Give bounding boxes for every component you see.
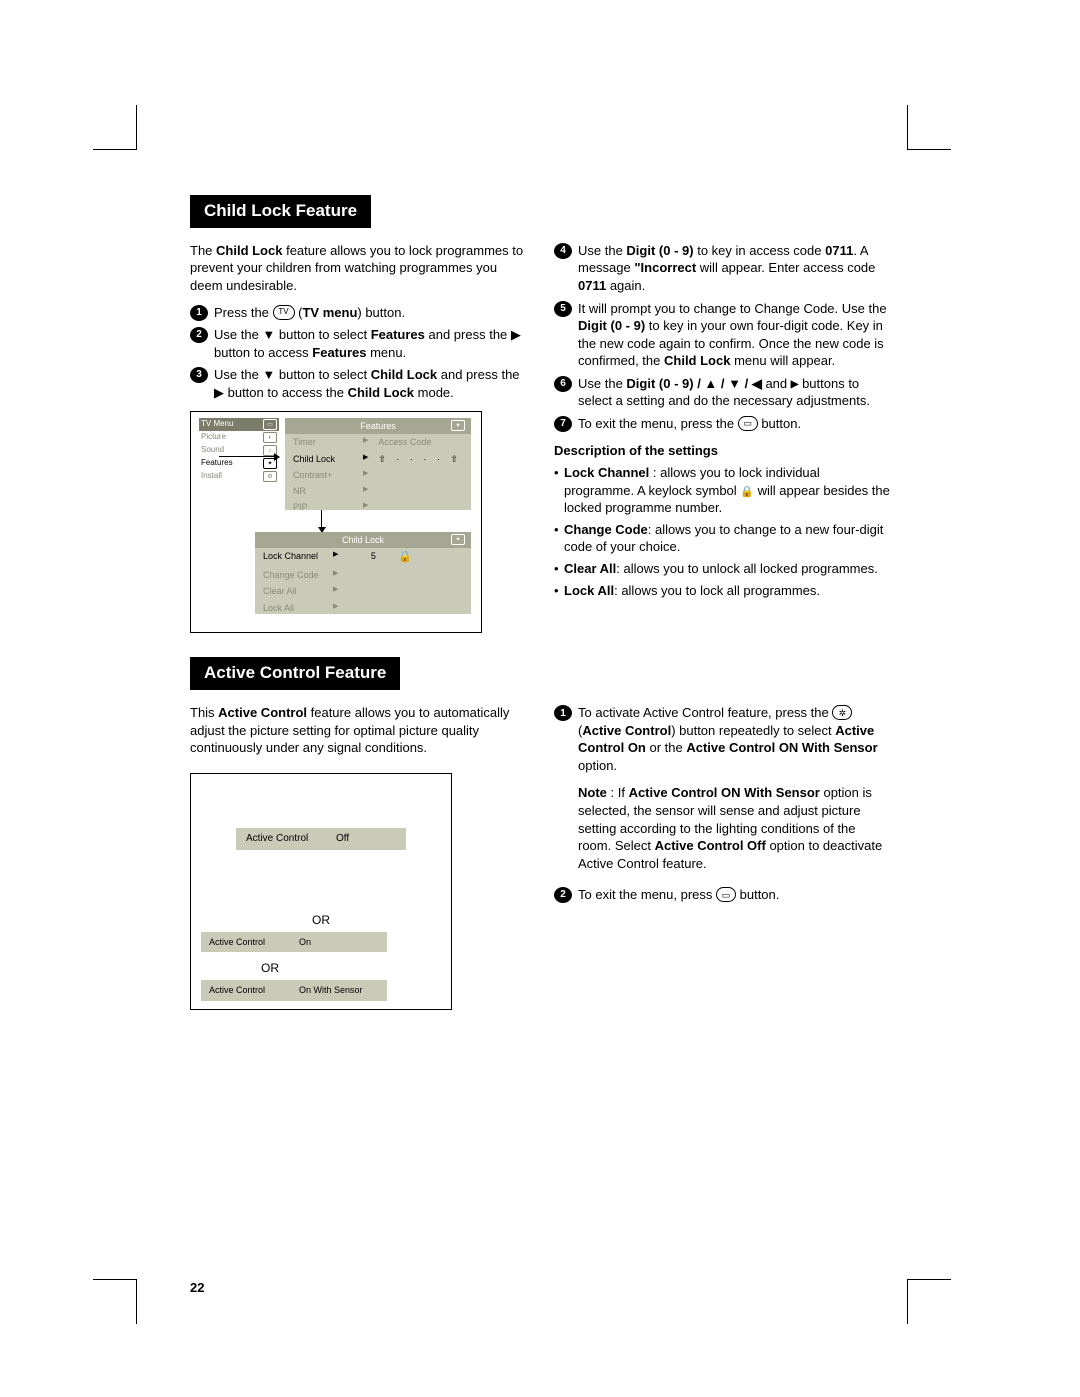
- active-control-strip-sensor: Active ControlOn With Sensor: [201, 980, 387, 1000]
- active-control-screen: Active ControlOff OR Active ControlOn OR…: [190, 773, 452, 1010]
- tv-icon: ▭: [263, 419, 277, 430]
- connector-arrow-down-icon: [321, 510, 322, 532]
- page-number: 22: [190, 1279, 204, 1297]
- active-control-strip-on: Active ControlOn: [201, 932, 387, 952]
- step-2: 2 To exit the menu, press ▭ button.: [554, 886, 890, 904]
- section1-columns: The Child Lock feature allows you to loc…: [190, 242, 890, 633]
- section-title-active-control: Active Control Feature: [190, 657, 400, 690]
- step-7: 7 To exit the menu, press the ▭ button.: [554, 415, 890, 433]
- exit-button-icon: ▭: [738, 416, 758, 431]
- crop-mark: [907, 1280, 908, 1324]
- step-number-icon: 2: [554, 887, 572, 903]
- step-4: 4 Use the Digit (0 - 9) to key in access…: [554, 242, 890, 295]
- crop-mark: [907, 1279, 951, 1280]
- tv-menu-button-icon: TV: [273, 305, 295, 320]
- step-number-icon: 4: [554, 243, 572, 259]
- step-6: 6 Use the Digit (0 - 9) / ▲ / ▼ / ◀ and …: [554, 375, 890, 410]
- intro-text: This Active Control feature allows you t…: [190, 704, 526, 757]
- or-label: OR: [191, 912, 451, 928]
- crop-mark: [907, 149, 951, 150]
- step-number-icon: 5: [554, 301, 572, 317]
- crop-mark: [136, 105, 137, 149]
- manual-page: Child Lock Feature The Child Lock featur…: [0, 0, 1080, 1397]
- crop-mark: [907, 105, 908, 149]
- section2-columns: This Active Control feature allows you t…: [190, 704, 890, 1009]
- section1-left-col: The Child Lock feature allows you to loc…: [190, 242, 526, 633]
- step-number-icon: 1: [190, 305, 208, 321]
- step-number-icon: 3: [190, 367, 208, 383]
- picture-icon: ◐: [263, 432, 277, 443]
- active-control-strip-off: Active ControlOff: [236, 828, 406, 850]
- connector-arrow-right-icon: [219, 456, 279, 457]
- step-5: 5 It will prompt you to change to Change…: [554, 300, 890, 370]
- features-icon: ✦: [451, 420, 465, 431]
- step-number-icon: 6: [554, 376, 572, 392]
- crop-mark: [93, 149, 137, 150]
- active-control-button-icon: ✲: [832, 705, 852, 720]
- section2-left-col: This Active Control feature allows you t…: [190, 704, 526, 1009]
- step-2: 2 Use the ▼ button to select Features an…: [190, 326, 526, 361]
- features-panel: Features✦ Timer▶Access Code Child Lock▶⇧…: [285, 418, 471, 510]
- features-icon: ✦: [451, 534, 465, 545]
- step-number-icon: 1: [554, 705, 572, 721]
- exit-button-icon: ▭: [716, 887, 736, 902]
- or-label: OR: [201, 960, 441, 976]
- note-text: Note : If Active Control ON With Sensor …: [578, 784, 890, 872]
- crop-mark: [136, 1280, 137, 1324]
- setting-change-code: • Change Code: allows you to change to a…: [554, 521, 890, 556]
- lock-icon: 🔒: [740, 486, 754, 498]
- step-number-icon: 7: [554, 416, 572, 432]
- main-menu-panel: TV Menu▭ Picture◐ Sound♪ Features✦ Insta…: [199, 418, 279, 483]
- intro-text: The Child Lock feature allows you to loc…: [190, 242, 526, 295]
- lock-icon: 🔒: [398, 550, 412, 565]
- setting-clear-all: • Clear All: allows you to unlock all lo…: [554, 560, 890, 578]
- step-3: 3 Use the ▼ button to select Child Lock …: [190, 366, 526, 401]
- section2-right-col: 1 To activate Active Control feature, pr…: [554, 704, 890, 1009]
- child-lock-panel: Child Lock✦ Lock Channel▶5🔒 Change Code▶…: [255, 532, 471, 614]
- menu-diagram: TV Menu▭ Picture◐ Sound♪ Features✦ Insta…: [190, 411, 482, 633]
- step-1: 1 Press the TV (TV menu) button.: [190, 304, 526, 322]
- section-title-child-lock: Child Lock Feature: [190, 195, 371, 228]
- step-1: 1 To activate Active Control feature, pr…: [554, 704, 890, 774]
- setting-lock-channel: • Lock Channel : allows you to lock indi…: [554, 464, 890, 517]
- settings-description-heading: Description of the settings: [554, 442, 890, 460]
- crop-mark: [93, 1279, 137, 1280]
- section1-right-col: 4 Use the Digit (0 - 9) to key in access…: [554, 242, 890, 633]
- setting-lock-all: • Lock All: allows you to lock all progr…: [554, 582, 890, 600]
- install-icon: ⚙: [263, 471, 277, 482]
- step-number-icon: 2: [190, 327, 208, 343]
